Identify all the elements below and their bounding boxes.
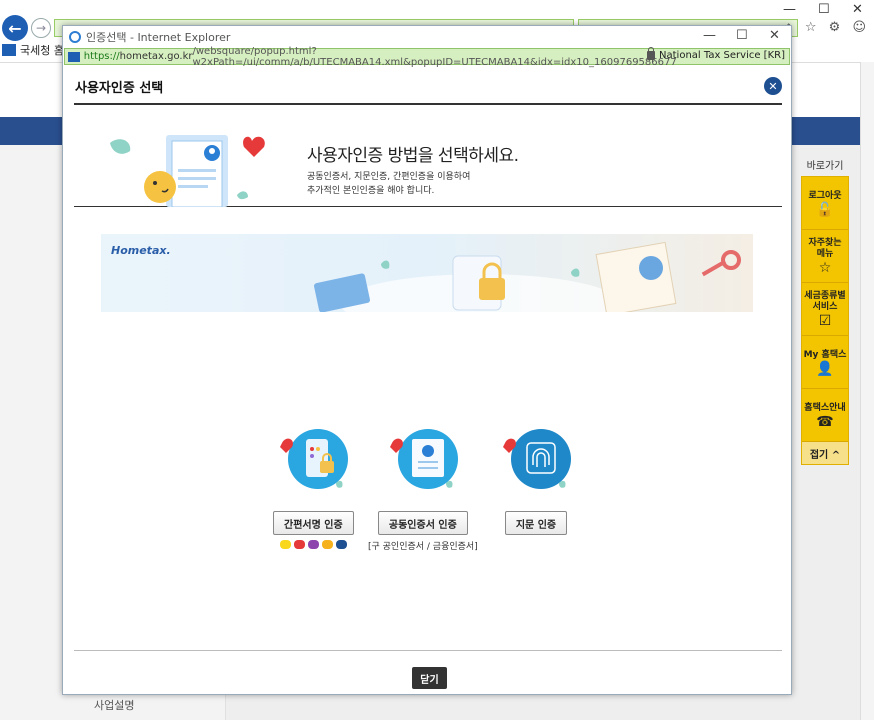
quick-menu: 바로가기 로그아웃 🔓 자주찾는 메뉴 ☆ 세금종류별 서비스 ☑ My 홈택스… bbox=[801, 158, 849, 465]
provider-kb-icon[interactable] bbox=[321, 540, 333, 549]
popup-maximize-icon[interactable]: ☐ bbox=[736, 28, 748, 43]
quick-item-label: 세금종류별 서비스 bbox=[804, 291, 846, 312]
certificate-illustration bbox=[110, 135, 265, 207]
dialog-title: 사용자인증 선택 bbox=[75, 81, 164, 96]
hometax-favicon-icon bbox=[2, 44, 16, 56]
footer-divider bbox=[74, 650, 782, 651]
quick-menu-list: 로그아웃 🔓 자주찾는 메뉴 ☆ 세금종류별 서비스 ☑ My 홈택스 👤 홈택… bbox=[801, 176, 849, 465]
dialog-header: 사용자인증 선택 ✕ bbox=[74, 65, 782, 105]
method-fingerprint: 지문 인증 bbox=[501, 425, 571, 535]
security-indicator[interactable]: National Tax Service [KR] bbox=[647, 47, 785, 61]
method-simple-sign: 간편서명 인증 bbox=[273, 425, 354, 549]
url-scheme: https:// bbox=[83, 51, 120, 62]
quick-item-tax-services[interactable]: 세금종류별 서비스 ☑ bbox=[802, 283, 848, 336]
hometax-favicon-icon bbox=[68, 51, 80, 62]
smartphone-lock-icon bbox=[280, 429, 349, 489]
minimize-icon[interactable]: — bbox=[783, 2, 796, 17]
intro-description-line: 추가적인 본인인증을 해야 합니다. bbox=[307, 186, 435, 196]
method-joint-certificate: 공동인증서 인증 [구 공인인증서 / 금융인증서] bbox=[368, 425, 478, 552]
quick-item-favorites[interactable]: 자주찾는 메뉴 ☆ bbox=[802, 230, 848, 283]
left-menu-item[interactable]: 사업설명 bbox=[94, 697, 134, 713]
dialog-content: 사용자인증 선택 ✕ 사용자인증 방법을 선택하세요. 공동인증서, 지문인증,… bbox=[63, 65, 791, 694]
close-window-icon[interactable]: ✕ bbox=[852, 2, 863, 17]
provider-kakao-icon[interactable] bbox=[279, 540, 291, 549]
quick-item-label: 홈택스안내 bbox=[804, 402, 846, 413]
simple-auth-providers bbox=[279, 540, 347, 549]
auth-popup-window: 인증선택 - Internet Explorer — ☐ ✕ https://h… bbox=[62, 25, 792, 695]
maximize-icon[interactable]: ☐ bbox=[818, 2, 830, 17]
quick-menu-title: 바로가기 bbox=[806, 161, 844, 172]
quick-item-my-hometax[interactable]: My 홈택스 👤 bbox=[802, 336, 848, 389]
popup-minimize-icon[interactable]: — bbox=[703, 28, 716, 43]
lock-icon bbox=[647, 47, 656, 60]
quick-item-label: My 홈택스 bbox=[803, 349, 847, 360]
checkbox-icon: ☑ bbox=[818, 313, 832, 329]
quick-item-label: 자주찾는 메뉴 bbox=[808, 238, 842, 259]
popup-window-title: 인증선택 - Internet Explorer bbox=[86, 31, 231, 44]
certificate-icon bbox=[389, 429, 458, 489]
intro-description: 공동인증서, 지문인증, 간편인증을 이용하여 추가적인 본인인증을 해야 합니… bbox=[307, 170, 470, 198]
unlock-icon: 🔓 bbox=[816, 201, 834, 218]
popup-close-window-icon[interactable]: ✕ bbox=[769, 28, 780, 43]
close-button[interactable]: 닫기 bbox=[412, 667, 447, 689]
provider-pass-icon[interactable] bbox=[307, 540, 319, 549]
headset-icon: ☎ bbox=[816, 413, 834, 430]
banner-illustration bbox=[314, 241, 741, 312]
dialog-close-icon[interactable]: ✕ bbox=[764, 77, 782, 95]
internet-explorer-icon bbox=[69, 31, 81, 43]
intro-section: 사용자인증 방법을 선택하세요. 공동인증서, 지문인증, 간편인증을 이용하여… bbox=[74, 107, 782, 207]
quick-item-logout[interactable]: 로그아웃 🔓 bbox=[802, 177, 848, 230]
popup-address-bar[interactable]: https://hometax.go.kr/websquare/popup.ht… bbox=[64, 46, 790, 68]
security-label: National Tax Service [KR] bbox=[659, 50, 785, 61]
intro-headline: 사용자인증 방법을 선택하세요. bbox=[307, 146, 519, 166]
intro-description-line: 공동인증서, 지문인증, 간편인증을 이용하여 bbox=[307, 172, 471, 182]
forward-arrow-icon[interactable]: → bbox=[31, 18, 51, 38]
url-host: hometax.go.kr bbox=[119, 51, 193, 62]
hometax-banner: Hometax. bbox=[101, 234, 753, 312]
provider-payco-icon[interactable] bbox=[293, 540, 305, 549]
quick-menu-fold-button[interactable]: 접기 ^ bbox=[802, 442, 848, 464]
back-arrow-icon[interactable]: ← bbox=[2, 15, 28, 41]
fingerprint-auth-button[interactable]: 지문 인증 bbox=[504, 511, 568, 535]
browser-toolbar-icons[interactable]: ⌂ ☆ ⚙ ☺ bbox=[784, 20, 870, 35]
joint-certificate-subtitle: [구 공인인증서 / 금융인증서] bbox=[368, 542, 478, 552]
fingerprint-icon bbox=[503, 429, 571, 489]
simple-sign-auth-button[interactable]: 간편서명 인증 bbox=[273, 511, 354, 535]
quick-item-guide[interactable]: 홈택스안내 ☎ bbox=[802, 389, 848, 442]
user-icon: 👤 bbox=[816, 360, 834, 377]
quick-item-label: 로그아웃 bbox=[808, 190, 842, 201]
star-icon: ☆ bbox=[818, 260, 832, 276]
page-scrollbar[interactable] bbox=[860, 62, 874, 720]
joint-certificate-auth-button[interactable]: 공동인증서 인증 bbox=[377, 511, 468, 535]
provider-samsung-icon[interactable] bbox=[335, 540, 347, 549]
